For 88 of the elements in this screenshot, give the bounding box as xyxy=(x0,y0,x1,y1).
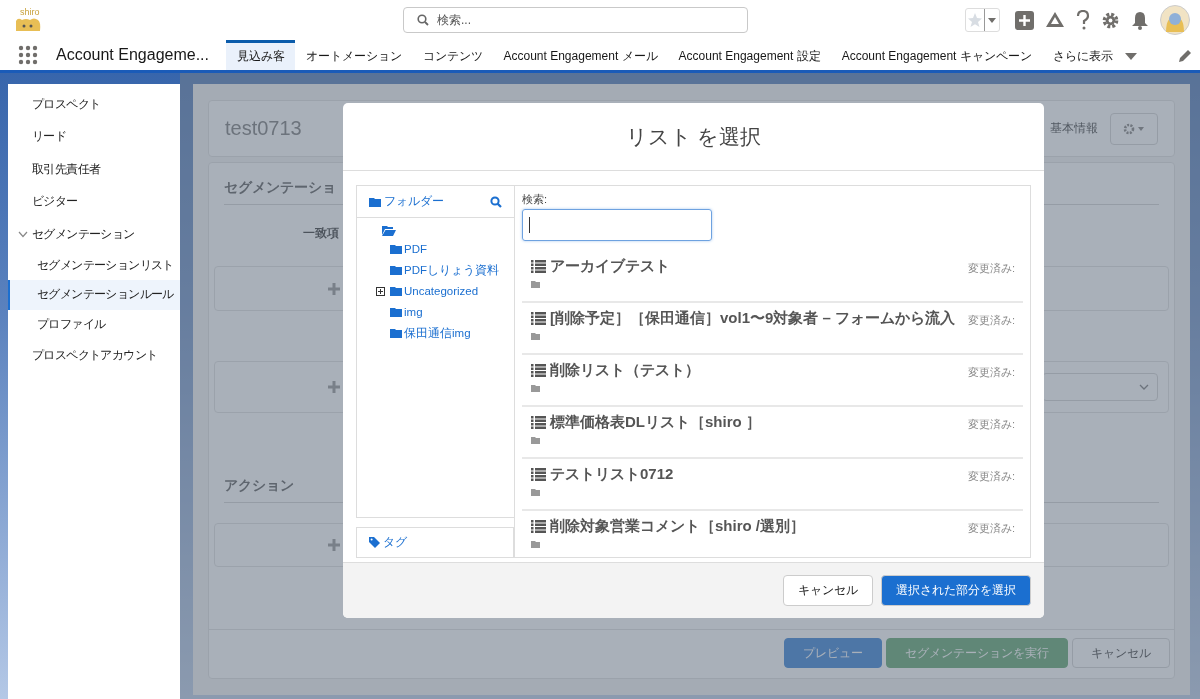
modified-label: 変更済み: xyxy=(967,521,1015,536)
folder-icon xyxy=(390,244,402,254)
chevron-icon xyxy=(18,230,28,238)
mountain-icon[interactable] xyxy=(1045,11,1065,29)
sidebar-item[interactable]: セグメンテーションリスト xyxy=(8,250,180,280)
more-tab[interactable]: さらに表示 xyxy=(1042,40,1148,70)
search-label: 検索: xyxy=(522,192,548,207)
dialog-button[interactable]: 選択された部分を選択 xyxy=(881,575,1031,606)
search-icon xyxy=(417,14,429,26)
folder-icon xyxy=(531,437,540,444)
sidebar-item[interactable]: 取引先責任者 xyxy=(8,153,180,186)
tags-tab[interactable]: タグ xyxy=(369,534,407,551)
folder-icon xyxy=(390,265,402,275)
folder-icon xyxy=(390,307,402,317)
nav-tab[interactable]: 見込み客 xyxy=(226,40,295,70)
search-icon[interactable] xyxy=(490,195,502,208)
favorites-button[interactable] xyxy=(965,8,1000,32)
folders-tab[interactable]: フォルダー xyxy=(369,193,444,210)
folder-icon xyxy=(390,328,402,338)
modified-label: 変更済み: xyxy=(967,417,1015,432)
app-name: Account Engageme... xyxy=(56,46,210,64)
list-row[interactable]: 削除リスト（テスト） 変更済み: xyxy=(522,355,1023,407)
list-name: 削除リスト（テスト） xyxy=(550,361,701,380)
folder-icon xyxy=(531,385,540,392)
section-heading: セグメンテーショ xyxy=(224,179,336,195)
notification-icon[interactable] xyxy=(1131,10,1149,30)
logo-text: shiro xyxy=(20,7,40,17)
caret-icon xyxy=(984,9,999,31)
sidebar-item[interactable]: リード xyxy=(8,120,180,153)
folder-item[interactable]: PDFしりょう資料 xyxy=(390,264,499,276)
nav-tab[interactable]: Account Engagement 設定 xyxy=(668,40,832,70)
dialog-button[interactable]: キャンセル xyxy=(783,575,873,606)
sidebar-item[interactable]: セグメンテーション xyxy=(8,218,180,251)
modified-label: 変更済み: xyxy=(967,469,1015,484)
list-icon xyxy=(531,468,546,481)
search-field[interactable] xyxy=(522,209,712,241)
modal-title: リスト を選択 xyxy=(625,123,762,150)
record-title: test0713 xyxy=(225,117,302,140)
sidebar-item[interactable]: ビジター xyxy=(8,185,180,218)
settings-icon xyxy=(1123,122,1145,135)
list-row[interactable]: アーカイブテスト 変更済み: xyxy=(522,251,1023,303)
expand-icon[interactable] xyxy=(376,287,385,297)
list-icon xyxy=(531,364,546,377)
sidebar-item[interactable]: セグメンテーションルール xyxy=(8,280,180,310)
list-name: [削除予定］［保田通信］vol1〜9対象者 – フォームから流入 xyxy=(550,309,957,328)
nav-tab[interactable]: Account Engagement キャンペーン xyxy=(831,40,1043,70)
list-name: テストリスト0712 xyxy=(550,465,675,484)
list-row[interactable]: テストリスト0712 変更済み: xyxy=(522,459,1023,511)
list-name: アーカイブテスト xyxy=(550,257,671,276)
list-row[interactable]: 標準価格表DLリスト［shiro ］ 変更済み: xyxy=(522,407,1023,459)
folder-item[interactable]: 保田通信img xyxy=(390,327,471,339)
nav-tab[interactable]: オートメーション xyxy=(295,40,412,70)
help-icon[interactable] xyxy=(1076,10,1090,30)
folder-icon xyxy=(531,489,540,496)
folder-icon xyxy=(531,333,540,340)
modified-label: 変更済み: xyxy=(967,365,1015,380)
list-row[interactable]: [削除予定］［保田通信］vol1〜9対象者 – フォームから流入 変更済み: xyxy=(522,303,1023,355)
edit-icon[interactable] xyxy=(1178,49,1192,63)
search-field[interactable]: 検索... xyxy=(403,7,748,33)
chevron-icon xyxy=(1139,384,1149,390)
list-icon xyxy=(531,260,546,273)
folder-icon xyxy=(531,281,540,288)
folder-icon xyxy=(390,286,402,296)
list-icon xyxy=(531,416,546,429)
folder-item[interactable]: Uncategorized xyxy=(390,285,479,297)
app-launcher-icon[interactable] xyxy=(18,45,38,65)
modified-label: 変更済み: xyxy=(967,313,1015,328)
settings-icon[interactable] xyxy=(1101,10,1120,30)
list-name: 削除対象営業コメント［shiro /選別］ xyxy=(550,517,806,536)
list-icon xyxy=(531,312,546,325)
folder-item[interactable]: PDF xyxy=(390,243,427,255)
modified-label: 変更済み: xyxy=(967,261,1015,276)
section-heading: アクション xyxy=(224,477,294,493)
sidebar-item[interactable]: プロファイル xyxy=(8,309,180,339)
add-icon[interactable] xyxy=(1015,10,1034,30)
folder-icon xyxy=(531,541,540,548)
sidebar-item[interactable]: プロスペクトアカウント xyxy=(8,339,180,372)
nav-tab[interactable]: コンテンツ xyxy=(412,40,493,70)
nav-tab[interactable]: Account Engagement メール xyxy=(493,40,669,70)
list-name: 標準価格表DLリスト［shiro ］ xyxy=(550,413,762,432)
tag-icon xyxy=(369,537,380,548)
sidebar-item[interactable]: プロスペクト xyxy=(8,88,180,121)
folder-item[interactable]: img xyxy=(390,306,423,318)
match-label: 一致項 xyxy=(303,225,339,242)
logo-icon[interactable] xyxy=(14,17,42,33)
folder-icon xyxy=(369,196,381,207)
list-icon xyxy=(531,520,546,533)
caret-icon xyxy=(1124,52,1137,61)
